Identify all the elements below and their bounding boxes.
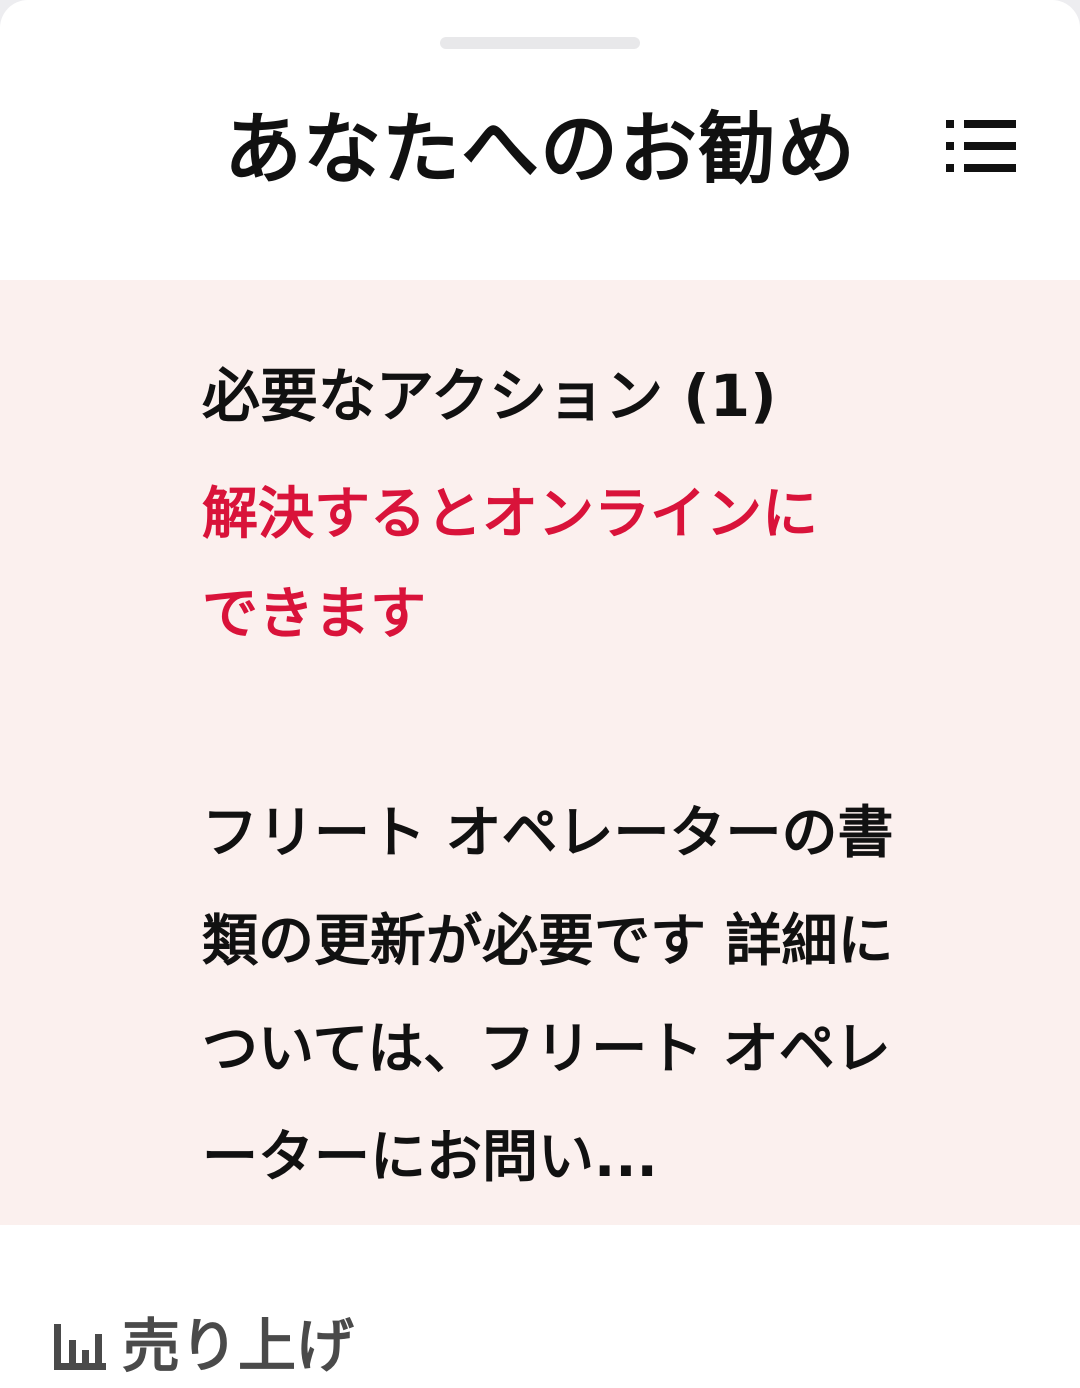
drag-handle[interactable] [440,37,640,49]
card-body: フリート オペレーターの書類の更新が必要です 詳細については、フリート オペレー… [202,801,894,1190]
sales-label: 売り上げ [122,1312,355,1380]
bottom-sheet: あなたへのお勧め 必要なアクション (1) 解決するとオンラインにできます フリ… [0,0,1080,1250]
card-subtitle: 解決するとオンラインにできます [202,482,818,647]
bar-chart-icon [54,1324,106,1370]
list-icon[interactable] [944,116,1018,176]
card-title: 必要なアクション (1) [202,362,777,430]
sheet-title: あなたへのお勧め [223,105,856,195]
